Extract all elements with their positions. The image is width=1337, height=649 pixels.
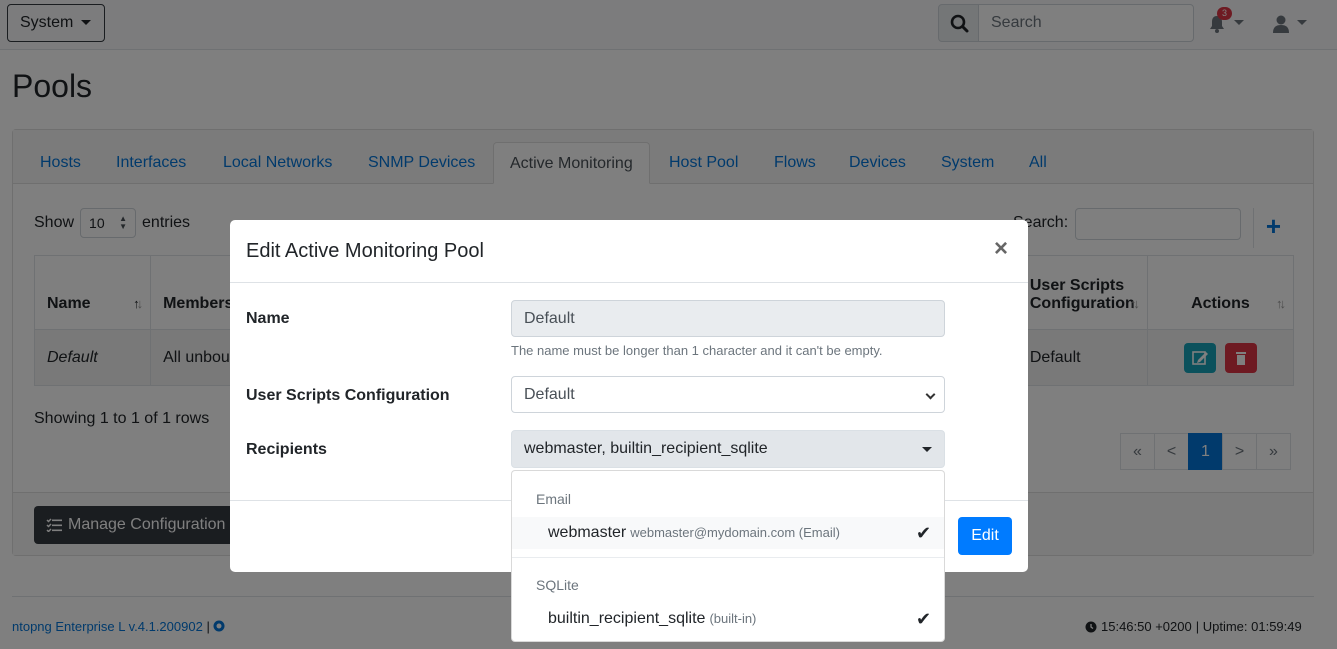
- chevron-down-icon: [925, 389, 936, 400]
- name-input[interactable]: Default: [511, 300, 945, 337]
- recipient-option-webmaster[interactable]: webmaster webmaster@mydomain.com (Email) …: [512, 517, 944, 549]
- user-scripts-select[interactable]: Default: [511, 376, 945, 413]
- dropdown-header-email: Email: [536, 491, 572, 507]
- modal-title: Edit Active Monitoring Pool: [246, 240, 484, 262]
- edit-button[interactable]: Edit: [958, 517, 1012, 555]
- recipient-option-builtin-sqlite[interactable]: builtin_recipient_sqlite (built-in) ✔: [512, 603, 944, 635]
- name-label: Name: [246, 310, 290, 327]
- recipients-select[interactable]: webmaster, builtin_recipient_sqlite: [511, 430, 945, 468]
- close-icon[interactable]: ×: [994, 237, 1008, 261]
- recipients-label: Recipients: [246, 441, 327, 458]
- dropdown-header-sqlite: SQLite: [536, 577, 579, 593]
- modal-header: Edit Active Monitoring Pool ×: [230, 220, 1028, 283]
- check-icon: ✔: [916, 609, 932, 629]
- user-scripts-label: User Scripts Configuration: [246, 387, 450, 404]
- caret-down-icon: [922, 447, 932, 452]
- recipients-dropdown-menu: Email webmaster webmaster@mydomain.com (E…: [511, 470, 945, 642]
- name-help-text: The name must be longer than 1 character…: [511, 343, 883, 358]
- dropdown-divider: [512, 557, 944, 558]
- check-icon: ✔: [916, 523, 932, 543]
